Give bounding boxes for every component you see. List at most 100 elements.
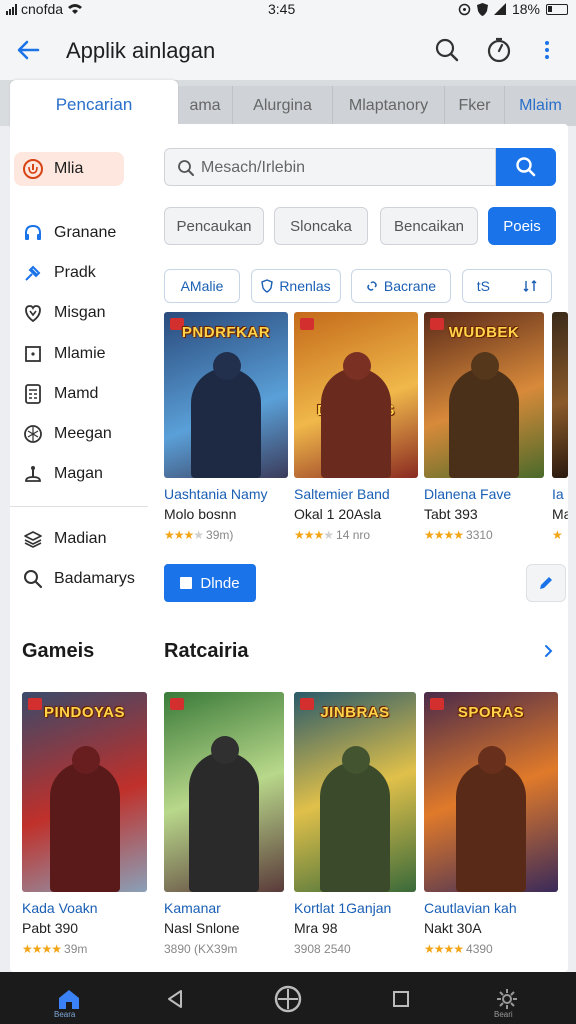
featured-game-card[interactable]: PNDRFKAR Uashtania Namy Molo bosnn ★★★★ 3… bbox=[164, 312, 288, 542]
tag-chip-rnenlas[interactable]: Rnenlas bbox=[251, 269, 341, 303]
sidebar-item-label: Pradk bbox=[54, 264, 96, 281]
game-title: Cautlavian kah bbox=[424, 900, 517, 916]
sidebar-item-madian[interactable]: Madian bbox=[14, 522, 154, 556]
battery-icon bbox=[546, 3, 568, 15]
game-card[interactable]: SPORAS Cautlavian kah Nakt 30A ★★★★ 4390 bbox=[424, 692, 558, 956]
nav-home-label: Beara bbox=[54, 1010, 76, 1019]
globe-icon bbox=[22, 423, 44, 445]
star-rating-icon: ★★★★ bbox=[424, 942, 464, 956]
game-subtitle: Okal 1 20Asla bbox=[294, 506, 382, 522]
nav-back[interactable] bbox=[160, 984, 190, 1014]
sidebar-item-mlia[interactable]: Mlia bbox=[14, 152, 124, 186]
sidebar-item-label: Madian bbox=[54, 530, 107, 547]
search-icon[interactable] bbox=[432, 35, 462, 65]
gear-icon bbox=[497, 989, 517, 1009]
game-title: Kamanar bbox=[164, 900, 221, 916]
bottom-nav-bar: Beara Beari bbox=[0, 972, 576, 1024]
search-bar bbox=[164, 148, 556, 186]
game-title: Saltemier Band bbox=[294, 486, 390, 502]
sidebar-item-mlamie[interactable]: Mlamie bbox=[14, 337, 154, 371]
nav-home-button[interactable] bbox=[273, 984, 303, 1014]
game-subtitle: Nasl Snlone bbox=[164, 920, 240, 936]
game-card[interactable]: JINBRAS Kortlat 1Ganjan Mra 98 3908 2540 bbox=[294, 692, 416, 956]
logo-badge-icon bbox=[170, 698, 184, 710]
shield-icon bbox=[22, 158, 44, 180]
timer-icon[interactable] bbox=[484, 35, 514, 65]
sidebar-item-magan[interactable]: Magan bbox=[14, 457, 154, 491]
chevron-right-icon[interactable] bbox=[540, 642, 558, 660]
link-icon bbox=[367, 281, 377, 291]
game-rating: ★ bbox=[552, 528, 568, 542]
game-cover-art: JINBRAS bbox=[294, 692, 416, 892]
arrow-back-icon[interactable] bbox=[12, 34, 44, 66]
tab-pencarian[interactable]: Pencarian bbox=[10, 80, 178, 130]
character-figure bbox=[49, 762, 120, 892]
character-figure bbox=[456, 762, 526, 892]
circle-home-icon bbox=[274, 985, 302, 1013]
game-rating: ★★★★ 14 nro bbox=[294, 528, 371, 542]
tag-chip-amalie[interactable]: AMalie bbox=[164, 269, 240, 303]
game-title: Dlanena Fave bbox=[424, 486, 512, 502]
sidebar-item-label: Badamarys bbox=[54, 570, 135, 587]
search-button[interactable] bbox=[496, 148, 556, 186]
game-rating: 3890 (KX39m bbox=[164, 942, 238, 956]
star-rating-icon: ★★★★ bbox=[22, 942, 62, 956]
nav-recents[interactable] bbox=[386, 984, 416, 1014]
sidebar-item-badamarys[interactable]: Badamarys bbox=[14, 562, 154, 596]
shield-icon bbox=[261, 279, 274, 293]
sidebar-item-granane[interactable]: Granane bbox=[14, 216, 154, 250]
sidebar-item-meegan[interactable]: Meegan bbox=[14, 417, 154, 451]
game-subtitle: Pabt 390 bbox=[22, 920, 79, 936]
character-figure bbox=[189, 752, 259, 892]
search-icon bbox=[22, 568, 44, 590]
featured-game-card[interactable]: WUDBEK Dlanena Fave Tabt 393 ★★★★ 3310 bbox=[424, 312, 544, 542]
tag-chip-ts[interactable]: tS bbox=[462, 269, 552, 303]
game-cover-art: WUDBEK bbox=[424, 312, 544, 478]
character-figure bbox=[449, 368, 519, 478]
tab-mlaptanory[interactable]: Mlaptanory bbox=[332, 86, 444, 126]
featured-game-card-partial[interactable]: Ia Ma ★ bbox=[552, 312, 568, 542]
square-recents-icon bbox=[393, 991, 409, 1007]
square-dot-icon bbox=[22, 343, 44, 365]
install-button[interactable]: Dlnde bbox=[164, 564, 256, 602]
download-icon bbox=[180, 577, 193, 589]
search-icon bbox=[178, 160, 194, 176]
character-figure bbox=[191, 368, 261, 478]
logo-badge-icon bbox=[300, 318, 314, 330]
character-figure bbox=[321, 368, 391, 478]
sidebar-item-pradk[interactable]: Pradk bbox=[14, 256, 154, 290]
joystick-icon bbox=[22, 463, 44, 485]
section-title-ratings: Ratcairia bbox=[164, 640, 249, 662]
game-title: Ia bbox=[552, 486, 564, 502]
game-title: Uashtania Namy bbox=[164, 486, 268, 502]
more-vert-icon[interactable] bbox=[532, 35, 562, 65]
sidebar-item-label: Mlamie bbox=[54, 345, 106, 362]
star-rating-icon: ★★★★ bbox=[164, 528, 204, 542]
sidebar-item-label: Misgan bbox=[54, 304, 106, 321]
filter-chip-pencaukan[interactable]: Pencaukan bbox=[164, 207, 264, 245]
search-icon bbox=[516, 157, 536, 177]
game-card[interactable]: Kamanar Nasl Snlone 3890 (KX39m bbox=[164, 692, 284, 956]
filter-chip-poeis[interactable]: Poeis bbox=[488, 207, 556, 245]
tab-fker[interactable]: Fker bbox=[444, 86, 504, 126]
search-box bbox=[164, 148, 496, 186]
star-rating-icon: ★★★★ bbox=[424, 528, 464, 542]
filter-chip-sloncaka[interactable]: Sloncaka bbox=[274, 207, 368, 245]
tab-mlaim[interactable]: Mlaim bbox=[504, 86, 576, 126]
game-rating: ★★★★ 3310 bbox=[424, 528, 493, 542]
tag-chip-bacrane[interactable]: Bacrane bbox=[351, 269, 451, 303]
share-button[interactable] bbox=[526, 564, 566, 602]
game-card[interactable]: PINDOYAS Kada Voakn Pabt 390 ★★★★ 39m bbox=[22, 692, 147, 956]
game-subtitle: Molo bosnn bbox=[164, 506, 237, 522]
game-title: Kada Voakn bbox=[22, 900, 98, 916]
sidebar-item-mamd[interactable]: Mamd bbox=[14, 377, 154, 411]
app-title: Applik ainlagan bbox=[66, 38, 216, 63]
tab-ama[interactable]: ama bbox=[178, 86, 232, 126]
filter-chip-bencaikan[interactable]: Bencaikan bbox=[380, 207, 478, 245]
sidebar-item-misgan[interactable]: Misgan bbox=[14, 296, 154, 330]
featured-game-card[interactable]: DUSSOAS Saltemier Band Okal 1 20Asla ★★★… bbox=[294, 312, 418, 542]
game-subtitle: Nakt 30A bbox=[424, 920, 482, 936]
search-input[interactable] bbox=[201, 155, 491, 181]
game-cover-art bbox=[552, 312, 568, 478]
tab-alurgina[interactable]: Alurgina bbox=[232, 86, 332, 126]
